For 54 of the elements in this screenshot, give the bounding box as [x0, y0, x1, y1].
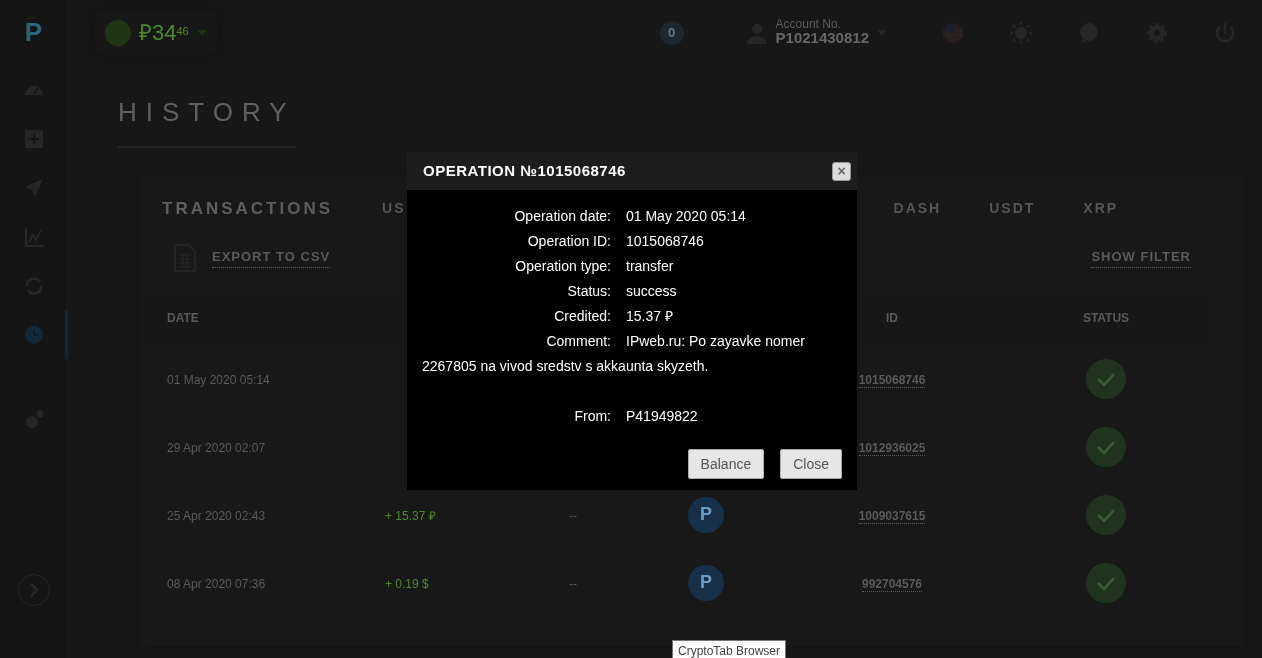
- balance-dropdown[interactable]: ₽34$^{46}$: [95, 10, 217, 55]
- id-link[interactable]: 1012936025: [858, 440, 926, 456]
- field-label: Status:: [566, 282, 611, 301]
- field-label: Operation date:: [513, 207, 611, 226]
- field-value: success: [626, 283, 677, 299]
- column-header: ID: [886, 311, 898, 325]
- dialog-title: OPERATION №1015068746: [423, 160, 626, 181]
- field-value: 1015068746: [626, 233, 704, 249]
- date-cell: 01 May 2020 05:14: [167, 372, 270, 387]
- field-label: Operation ID:: [526, 232, 611, 251]
- field-label: Operation type:: [514, 257, 611, 276]
- currency-tab[interactable]: DASH: [893, 198, 942, 220]
- currency-tab[interactable]: XRP: [1083, 198, 1119, 220]
- coin-icon: P: [688, 564, 724, 601]
- account-dropdown[interactable]: Account No. P1021430812: [745, 18, 887, 47]
- comment-text: Comment: IPweb.ru: Po zayavke nomer 2267805 na vivod sredstv s akkaunta skyzeth.: [422, 332, 806, 376]
- dialog-button[interactable]: Balance: [687, 449, 765, 479]
- wallet-icon: [105, 19, 131, 46]
- close-button[interactable]: ×: [832, 161, 851, 181]
- caret-icon: [196, 29, 207, 36]
- logo: P: [23, 16, 44, 49]
- coin-icon: P: [688, 496, 724, 533]
- show-filter-link[interactable]: SHOW FILTER: [1091, 247, 1191, 268]
- column-header: STATUS: [1082, 311, 1130, 325]
- table-cell: --: [569, 508, 577, 523]
- tooltip: CryptoTab Browser: [672, 640, 787, 658]
- field-value: P41949822: [626, 408, 698, 424]
- currency-tab[interactable]: USDT: [989, 198, 1036, 220]
- balance-amount: ₽34$^{46}$: [139, 19, 189, 47]
- export-link[interactable]: EXPORT TO CSV: [212, 247, 331, 268]
- notification-badge[interactable]: 0: [659, 20, 684, 45]
- section-title: TRANSACTIONS: [161, 198, 335, 220]
- clock-icon: [23, 323, 45, 346]
- field-value: transfer: [626, 258, 674, 274]
- amount-cell: + 15.37 ₽: [385, 508, 436, 523]
- date-cell: 29 Apr 2020 02:07: [167, 440, 266, 455]
- amount-cell: + 0.19 $: [385, 576, 429, 591]
- id-link[interactable]: 1015068746: [858, 372, 926, 388]
- field-label: From:: [573, 407, 611, 426]
- dialog-button[interactable]: Close: [780, 449, 842, 479]
- field-label: Credited:: [553, 307, 611, 326]
- id-link[interactable]: 1009037615: [858, 508, 926, 524]
- currency-tab[interactable]: US: [382, 198, 406, 220]
- account-number: P1021430812: [775, 30, 869, 47]
- id-link[interactable]: 992704576: [861, 576, 923, 592]
- field-value: 15.37 ₽: [626, 308, 673, 324]
- field-value: 01 May 2020 05:14: [626, 208, 746, 224]
- date-cell: 08 Apr 2020 07:36: [167, 576, 266, 591]
- column-header: DATE: [167, 311, 199, 325]
- page-title: HISTORY: [118, 93, 296, 148]
- account-label: Account No.: [775, 18, 842, 31]
- table-cell: --: [569, 576, 577, 591]
- caret-icon: [877, 29, 887, 36]
- date-cell: 25 Apr 2020 02:43: [167, 508, 266, 523]
